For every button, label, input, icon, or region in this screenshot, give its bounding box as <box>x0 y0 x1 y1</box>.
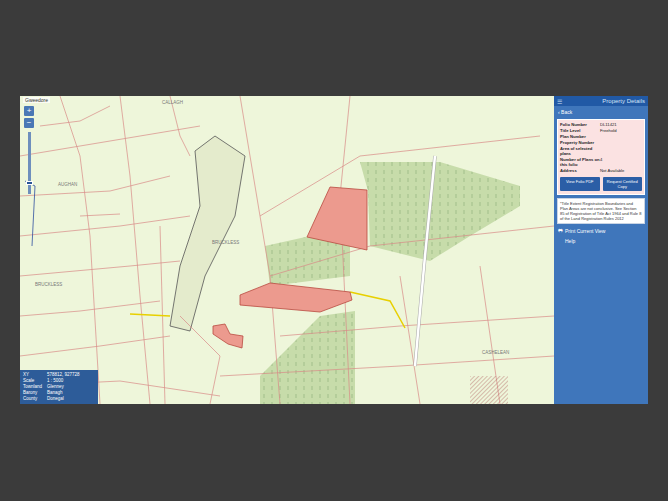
road <box>415 156 435 366</box>
selected-plot[interactable] <box>307 187 367 250</box>
field-row: Property Number <box>560 140 642 145</box>
info-row: CountyDonegal <box>23 396 95 402</box>
field-row: Folio NumberDL11421 <box>560 122 642 127</box>
selected-plot[interactable] <box>240 283 352 312</box>
page: AUGHAN BRUCKLESS BRUCKLESS CASHELEAN CALLAGH… <box>0 0 668 501</box>
zoom-in-button[interactable]: + <box>24 106 34 116</box>
field-row: Title LevelFreehold <box>560 128 642 133</box>
forest <box>260 311 355 404</box>
zoom-handle[interactable] <box>26 181 33 185</box>
boundary-line <box>120 96 150 404</box>
boundary-line <box>20 216 190 236</box>
forest <box>360 162 520 261</box>
boundary-line <box>20 261 180 276</box>
boundary-line <box>170 96 190 156</box>
panel-button[interactable]: View Folio PDF <box>560 177 600 191</box>
map-canvas[interactable]: AUGHAN BRUCKLESS BRUCKLESS CASHELEAN CALLAGH <box>20 96 554 404</box>
info-row: XY578812, 927728 <box>23 372 95 378</box>
property-panel: ☰Property Details‹ BackFolio NumberDL114… <box>554 96 648 404</box>
link-icon: 🖶 <box>558 227 563 235</box>
back-link[interactable]: ‹ Back <box>554 106 648 118</box>
info-row: Scale1 : 5000 <box>23 378 95 384</box>
road <box>415 156 435 366</box>
boundary-line <box>60 96 100 404</box>
panel-header: ☰Property Details <box>554 96 648 106</box>
hatched-area <box>470 376 508 404</box>
panel-button[interactable]: Request Certified Copy <box>603 177 643 191</box>
boundary-line <box>260 136 540 216</box>
boundary-line <box>80 214 120 216</box>
panel-link[interactable]: Help <box>554 235 648 244</box>
boundary-line <box>20 336 170 356</box>
zoom-out-button[interactable]: − <box>24 118 34 128</box>
selected-plot[interactable] <box>213 324 243 348</box>
button-row: View Folio PDFRequest Certified Copy <box>560 177 642 191</box>
boundary-line <box>220 356 554 376</box>
field-row: Plan Number <box>560 134 642 139</box>
location-search[interactable]: Gweedore <box>23 97 50 103</box>
disclaimer-note: *Title Extent Registration Boundaries an… <box>557 198 645 224</box>
info-row: BaronyBanagh <box>23 390 95 396</box>
map-label: CASHELEAN <box>482 350 509 355</box>
info-box: XY578812, 927728Scale1 : 5000TownlandGle… <box>20 370 98 404</box>
panel-link[interactable]: 🖶Print Current View <box>554 224 648 235</box>
details-box: Folio NumberDL11421Title LevelFreeholdPl… <box>557 119 645 195</box>
boundary-line <box>40 106 110 126</box>
bog-area <box>170 136 245 331</box>
road <box>350 292 405 328</box>
app-frame: AUGHAN BRUCKLESS BRUCKLESS CASHELEAN CALLAGH… <box>20 96 648 404</box>
menu-icon[interactable]: ☰ <box>557 98 562 105</box>
map-label: AUGHAN <box>58 182 77 187</box>
boundary-line <box>240 96 280 404</box>
road <box>130 314 170 316</box>
map[interactable]: AUGHAN BRUCKLESS BRUCKLESS CASHELEAN CALLAGH… <box>20 96 554 404</box>
boundary-line <box>20 176 170 196</box>
boundary-line <box>340 96 350 404</box>
boundary-line <box>20 126 200 156</box>
zoom-slider[interactable] <box>28 132 31 194</box>
map-label: BRUCKLESS <box>35 282 62 287</box>
zoom-controls: +− <box>24 106 34 194</box>
map-label: BRUCKLESS <box>212 240 239 245</box>
map-label: CALLAGH <box>162 100 183 105</box>
info-row: TownlandGlenney <box>23 384 95 390</box>
field-row: Number of Plans on this folio4 <box>560 157 642 167</box>
field-row: Area of selected plans <box>560 146 642 156</box>
field-row: AddressNot Available <box>560 168 642 173</box>
